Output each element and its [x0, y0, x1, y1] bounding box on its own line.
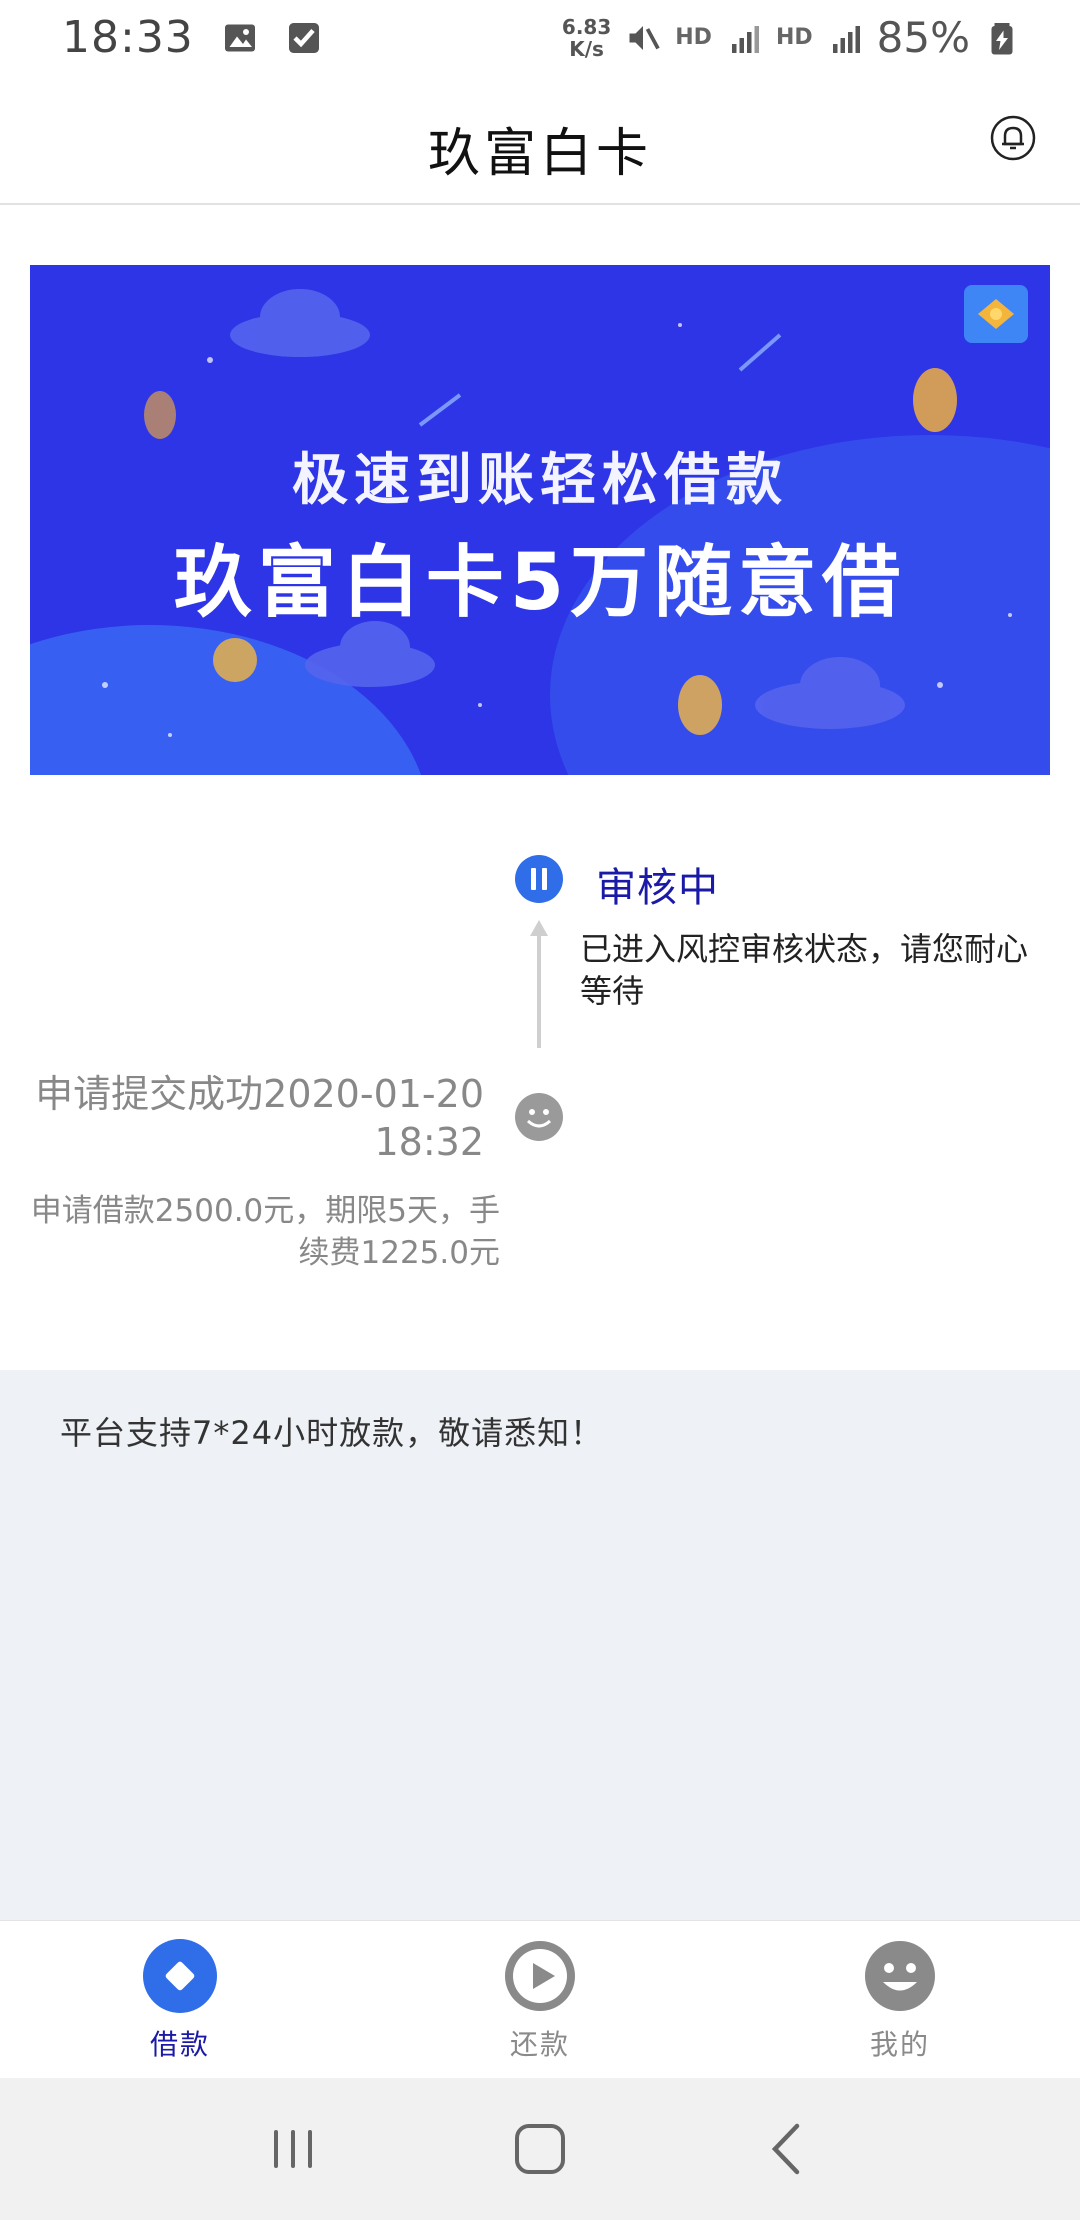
notice-text: 平台支持7*24小时放款，敬请悉知！: [60, 1414, 604, 1452]
network-speed-value: 6.83: [561, 14, 612, 39]
promo-banner[interactable]: 极速到账轻松借款 玖富白卡5万随意借: [30, 265, 1050, 775]
nav-tab-repay[interactable]: 还款: [360, 1921, 720, 2078]
task-done-notification-icon: [288, 22, 319, 53]
bottom-nav: 借款 还款 我的: [0, 1920, 1080, 2078]
status-time: 18:33: [62, 12, 194, 63]
nav-tab-mine[interactable]: 我的: [720, 1921, 1080, 2078]
hd-label-2: HD: [775, 25, 813, 50]
banner-coupon-badge: [964, 285, 1028, 343]
battery-charging-icon: [991, 22, 1013, 54]
notice-panel: 平台支持7*24小时放款，敬请悉知！: [0, 1370, 1080, 1920]
image-notification-icon: [224, 24, 255, 51]
review-status-description: 已进入风控审核状态，请您耐心等待: [580, 930, 1029, 1010]
page-title: 玖富白卡: [427, 124, 652, 184]
system-nav-bar: [0, 2078, 1080, 2220]
app-screen: 18:33 6.83 K/s HD HD 85% 玖富白卡 极速到账轻松借款 玖…: [0, 0, 1080, 2220]
signal-4g-icon-2: [832, 25, 860, 53]
hd-label-1: HD: [675, 25, 712, 50]
timeline-connector: [537, 930, 541, 1048]
nav-label-mine: 我的: [869, 2028, 930, 2061]
mute-icon: [629, 25, 660, 50]
banner-headline: 极速到账轻松借款: [292, 448, 788, 513]
application-details: 申请借款2500.0元，期限5天，手续费1225.0元: [30, 1193, 500, 1271]
nav-tab-borrow[interactable]: 借款: [0, 1921, 360, 2078]
battery-percent: 85%: [876, 13, 970, 62]
recent-apps-button[interactable]: [263, 2119, 323, 2179]
notification-bell-icon[interactable]: [988, 113, 1038, 163]
signal-4g-icon-1: [731, 25, 759, 53]
pause-status-icon: [515, 855, 563, 903]
nav-label-borrow: 借款: [149, 2028, 210, 2061]
smiley-icon: [515, 1093, 563, 1141]
review-status-title: 审核中: [596, 865, 719, 911]
home-icon: [514, 2124, 565, 2174]
status-bar-right: 6.83 K/s HD HD 85%: [562, 13, 1020, 62]
recent-apps-icon: [274, 2130, 313, 2168]
nav-label-repay: 还款: [509, 2028, 570, 2061]
network-speed: 6.83 K/s: [562, 16, 611, 60]
home-button[interactable]: [510, 2119, 570, 2179]
application-submitted-title: 申请提交成功2020-01-20 18:32: [35, 1072, 484, 1164]
app-header: 玖富白卡: [0, 75, 1080, 205]
borrow-diamond-icon: [143, 1939, 217, 2013]
status-bar: 18:33 6.83 K/s HD HD 85%: [0, 0, 1080, 75]
repay-play-icon: [505, 1941, 575, 2011]
status-bar-left: 18:33: [62, 12, 322, 63]
network-speed-unit: K/s: [569, 36, 604, 61]
banner-subheadline: 玖富白卡5万随意借: [173, 538, 907, 628]
profile-smiley-icon: [865, 1941, 935, 2011]
back-arrow-icon: [771, 2123, 799, 2175]
back-button[interactable]: [757, 2119, 817, 2179]
coupon-icon: [978, 299, 1014, 329]
